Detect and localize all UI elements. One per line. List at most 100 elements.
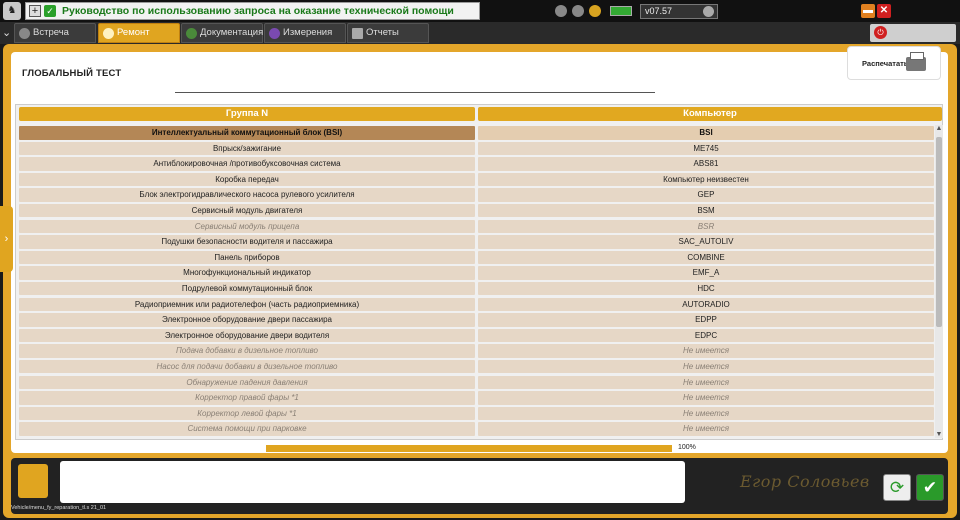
table-row[interactable]: Блок электрогидравлического насоса рулев… [16, 187, 934, 203]
computer-cell: EDPP [478, 313, 934, 327]
tab-label: Ремонт [117, 27, 150, 38]
print-button[interactable]: Распечатать [847, 46, 941, 80]
table-row[interactable]: Сервисный модуль двигателя BSM [16, 203, 934, 219]
side-expand-tab[interactable]: › [0, 206, 13, 272]
scroll-up-icon[interactable]: ▲ [935, 125, 943, 132]
computer-cell: Не имеется [478, 391, 934, 405]
group-cell: Антиблокировочная /противобуксовочная си… [19, 157, 475, 171]
tab-bar: ⌄ Встреча Ремонт Документация Измерения … [0, 22, 960, 44]
computer-cell: EDPC [478, 328, 934, 343]
group-cell: Панель приборов [19, 250, 475, 265]
help-request-text: Руководство по использованию запроса на … [62, 5, 454, 17]
confirm-button[interactable]: ✔ [916, 474, 944, 501]
meeting-icon [19, 28, 30, 39]
close-button[interactable]: ✕ [877, 4, 891, 18]
table-row[interactable]: Многофункциональный индикатор EMF_A [16, 265, 934, 281]
computer-cell: Не имеется [478, 375, 934, 389]
tab-repair[interactable]: Ремонт [98, 23, 180, 43]
table-row[interactable]: Подача добавки в дизельное топливо Не име… [16, 343, 934, 359]
global-test-table: Группа N Компьютер Интеллектуальный комм… [15, 104, 943, 440]
computer-cell: BSI [478, 126, 934, 140]
column-header-group[interactable]: Группа N [19, 107, 475, 121]
group-cell: Подрулевой коммутационный блок [19, 281, 475, 296]
measurement-icon [269, 28, 280, 39]
expand-icon[interactable]: + [29, 5, 41, 17]
table-row[interactable]: Радиоприемник или радиотелефон (часть ра… [16, 297, 934, 313]
page-title: ГЛОБАЛЬНЫЙ ТЕСТ [22, 68, 122, 79]
table-row[interactable]: Интеллектуальный коммутационный блок (BS… [16, 125, 934, 141]
progress-bar [266, 445, 672, 452]
message-area [60, 461, 685, 503]
computer-cell: BSR [478, 219, 934, 234]
tab-documentation[interactable]: Документация [181, 23, 263, 43]
group-cell: Блок электрогидравлического насоса рулев… [19, 188, 475, 202]
documentation-icon [186, 28, 197, 39]
group-cell: Насос для подачи добавки в дизельное топ… [19, 359, 475, 374]
table-row[interactable]: Подрулевой коммутационный блок HDC [16, 281, 934, 297]
computer-cell: Не имеется [478, 344, 934, 358]
table-row[interactable]: Система помощи при парковке Не имеется [16, 421, 934, 437]
peugeot-logo: ♞ [3, 2, 21, 20]
repair-icon [103, 28, 114, 39]
wifi-icon[interactable] [572, 5, 584, 17]
power-icon: ⏻ [874, 26, 887, 39]
group-cell: Сервисный модуль прицепа [19, 219, 475, 234]
globe-icon[interactable] [555, 5, 567, 17]
version-knob-icon[interactable] [703, 6, 714, 17]
tab-meeting[interactable]: Встреча [14, 23, 96, 43]
scrollbar[interactable]: ▲ ▼ [935, 125, 943, 438]
refresh-button[interactable]: ⟳ [883, 474, 911, 501]
computer-cell: Не имеется [478, 406, 934, 421]
group-cell: Обнаружение падения давления [19, 375, 475, 389]
group-cell: Подача добавки в дизельное топливо [19, 344, 475, 358]
check-icon: ✓ [44, 5, 56, 17]
table-row[interactable]: Антиблокировочная /противобуксовочная си… [16, 156, 934, 172]
table-row[interactable]: Электронное оборудование двери пассажира… [16, 312, 934, 328]
printer-icon [906, 52, 926, 71]
scroll-down-icon[interactable]: ▼ [935, 431, 943, 438]
table-row[interactable]: Впрыск/зажигание ME745 [16, 141, 934, 157]
computer-cell: Не имеется [478, 422, 934, 436]
table-row[interactable]: Коробка передач Компьютер неизвестен [16, 172, 934, 188]
table-row[interactable]: Подушки безопасности водителя и пассажир… [16, 234, 934, 250]
computer-cell: Компьютер неизвестен [478, 172, 934, 187]
battery-icon [610, 6, 632, 16]
computer-cell: AUTORADIO [478, 297, 934, 312]
group-cell: Коробка передач [19, 172, 475, 187]
version-label: v07.57 [645, 6, 673, 16]
table-row[interactable]: Корректор правой фары *1 Не имеется [16, 390, 934, 406]
chevron-down-icon[interactable]: ⌄ [2, 26, 11, 39]
column-header-computer[interactable]: Компьютер [478, 107, 942, 121]
group-cell: Многофункциональный индикатор [19, 266, 475, 280]
tab-label: Документация [200, 27, 264, 38]
minimize-button[interactable]: ▬ [861, 4, 875, 18]
computer-cell: HDC [478, 281, 934, 296]
progress-label: 100% [678, 444, 696, 451]
group-cell: Впрыск/зажигание [19, 141, 475, 156]
footer-path: Vehicle/menu_fy_reparation_tl.s 21_01 [11, 505, 107, 511]
tab-label: Отчеты [366, 27, 399, 38]
scrollbar-thumb[interactable] [936, 137, 942, 327]
group-cell: Сервисный модуль двигателя [19, 203, 475, 218]
connection-icon[interactable] [589, 5, 601, 17]
table-row[interactable]: Панель приборов COMBINE [16, 250, 934, 266]
computer-cell: GEP [478, 188, 934, 202]
table-row[interactable]: Насос для подачи добавки в дизельное топ… [16, 359, 934, 375]
help-request-bar[interactable]: + ✓ Руководство по использованию запроса… [25, 2, 480, 20]
tab-reports[interactable]: Отчеты [347, 23, 429, 43]
group-cell: Электронное оборудование двери пассажира [19, 313, 475, 327]
power-button[interactable]: ⏻ [870, 24, 956, 42]
table-row[interactable]: Корректор левой фары *1 Не имеется [16, 406, 934, 422]
computer-cell: ABS81 [478, 157, 934, 171]
tab-label: Измерения [283, 27, 333, 38]
table-row[interactable]: Электронное оборудование двери водителя E… [16, 328, 934, 344]
computer-cell: EMF_A [478, 266, 934, 280]
table-row[interactable]: Сервисный модуль прицепа BSR [16, 219, 934, 235]
reports-icon [352, 28, 363, 39]
table-row[interactable]: Обнаружение падения давления Не имеется [16, 375, 934, 391]
status-icons [555, 5, 601, 17]
computer-cell: BSM [478, 203, 934, 218]
tab-measurements[interactable]: Измерения [264, 23, 346, 43]
group-cell: Система помощи при парковке [19, 422, 475, 436]
group-cell: Радиоприемник или радиотелефон (часть ра… [19, 297, 475, 312]
